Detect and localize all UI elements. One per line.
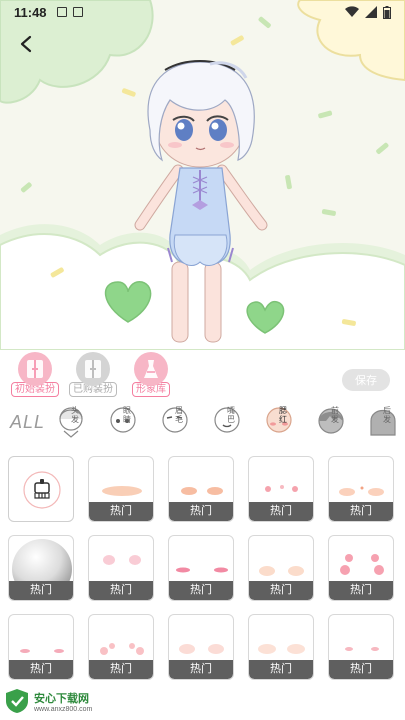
dress-icon [134,352,168,386]
save-button[interactable]: 保存 [342,369,390,391]
tab-label: 头发 [71,406,80,424]
hot-badge: 热门 [89,502,153,521]
hot-badge: 热门 [329,660,393,679]
blush-item[interactable]: 热门 [328,535,394,601]
blush-item[interactable]: 热门 [168,456,234,522]
hot-badge: 热门 [9,660,73,679]
tab-label: 腮红 [279,406,288,424]
outfit-mode-tabs: 初始装扮 已购装扮 形象库 [11,352,174,397]
hot-badge: 热门 [329,502,393,521]
blush-item[interactable]: 热门 [8,614,74,680]
mode-tab-library[interactable]: 形象库 [128,352,174,397]
hot-badge: 热门 [9,581,73,600]
background-scene [0,0,405,350]
watermark-url: www.anxz800.com [34,705,93,713]
shield-logo-icon [6,689,28,713]
part-category-tabs: ALL 头发 眼睛 眉毛 嘴巴 腮红 前发 后发 [0,402,405,442]
blush-item[interactable]: 热门 [88,456,154,522]
blush-item[interactable]: 热门 [328,614,394,680]
blush-item[interactable]: 热门 [168,535,234,601]
wardrobe-icon [18,352,52,386]
wardrobe-icon [76,352,110,386]
hot-badge: 热门 [249,660,313,679]
screenshot-icon [72,7,83,17]
tab-blush[interactable]: 腮红 [253,402,305,442]
hot-badge: 热门 [169,581,233,600]
tab-label: 后发 [383,406,392,424]
blush-item[interactable]: 热门 [248,614,314,680]
status-bar: 11:48 [0,0,405,24]
notification-icon [56,7,67,17]
character-preview: 11:48 [0,0,405,350]
blush-item[interactable]: 热门 [88,535,154,601]
back-arrow-icon [20,35,32,53]
blush-item[interactable]: 热门 [168,614,234,680]
signal-icon [365,6,377,18]
brush-icon [23,471,61,509]
tab-bangs[interactable]: 前发 [305,402,357,442]
blush-item[interactable]: 热门 [8,535,74,601]
hot-badge: 热门 [89,581,153,600]
battery-icon [383,5,391,19]
tab-label: 嘴巴 [227,406,236,424]
tab-eyes[interactable]: 眼睛 [97,402,149,442]
hot-badge: 热门 [169,660,233,679]
tab-label: 眉毛 [175,406,184,424]
watermark-title: 安心下载网 [34,692,89,705]
clear-item-button[interactable] [8,456,74,522]
blush-item[interactable]: 热门 [328,456,394,522]
tab-all[interactable]: ALL [0,412,45,433]
hot-badge: 热门 [249,581,313,600]
hot-badge: 热门 [329,581,393,600]
tab-hair[interactable]: 头发 [45,402,97,442]
item-grid: 热门 热门 热门 热门 热门 热门 热门 热门 热门 热门 热门 热门 热门 热门 [8,456,400,680]
blush-item[interactable]: 热门 [88,614,154,680]
status-time: 11:48 [14,4,47,20]
mode-tab-purchased[interactable]: 已购装扮 [69,352,117,397]
hot-badge: 热门 [249,502,313,521]
mode-tab-initial[interactable]: 初始装扮 [11,352,59,397]
tab-mouth[interactable]: 嘴巴 [201,402,253,442]
blush-item[interactable]: 热门 [248,456,314,522]
tab-back-hair[interactable]: 后发 [357,402,405,442]
tab-label: 眼睛 [123,406,132,424]
blush-item[interactable]: 热门 [248,535,314,601]
tab-eyebrows[interactable]: 眉毛 [149,402,201,442]
tab-label: 前发 [331,406,340,424]
hot-badge: 热门 [169,502,233,521]
site-watermark: 安心下载网 www.anxz800.com [4,684,124,718]
wifi-icon [345,6,359,17]
hot-badge: 热门 [89,660,153,679]
back-button[interactable] [10,28,42,60]
